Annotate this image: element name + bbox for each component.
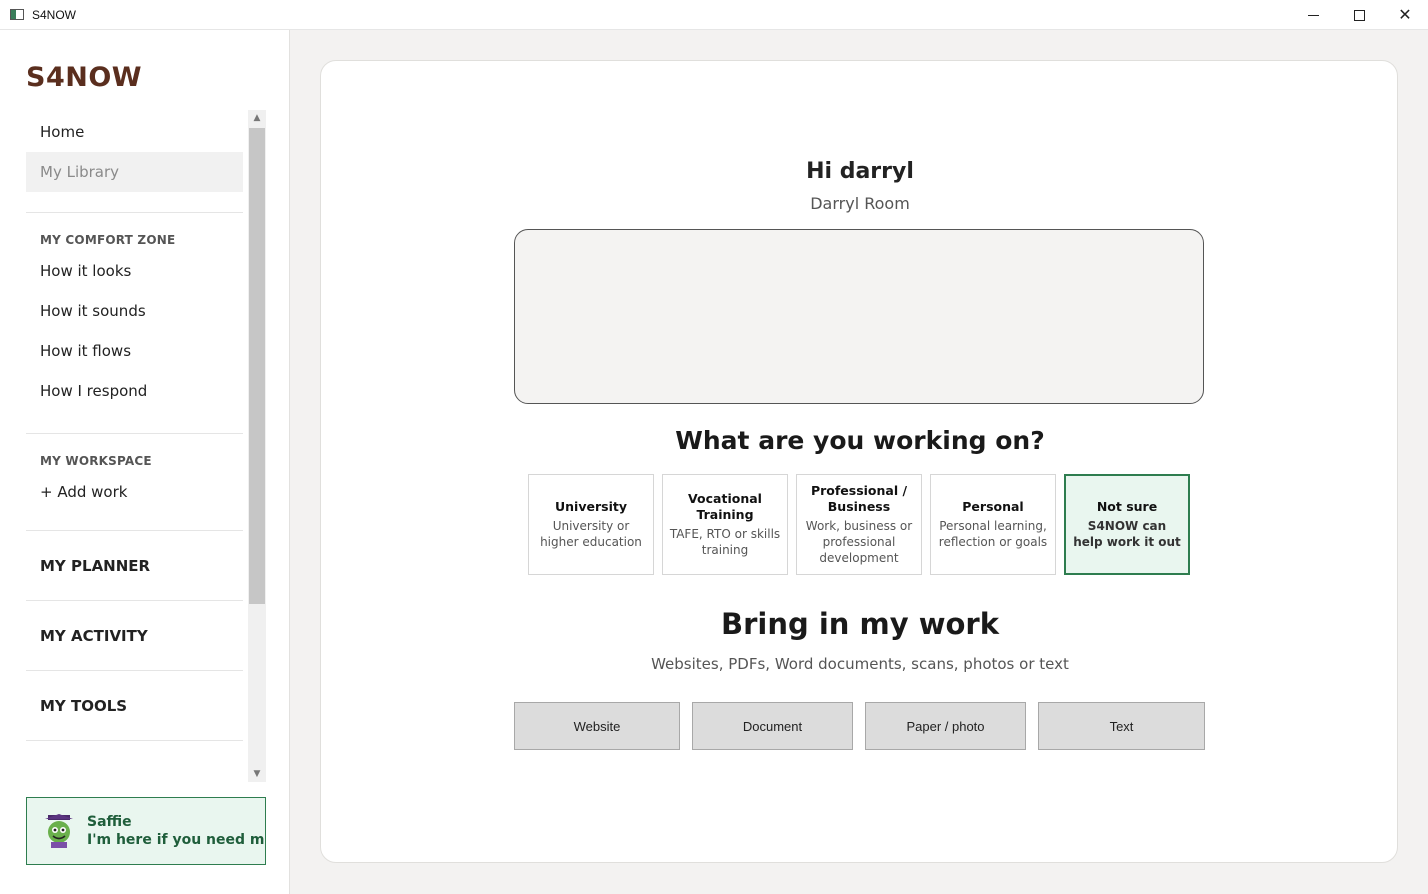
sidebar-item-how-it-flows[interactable]: How it flows [26, 331, 243, 371]
assistant-message: I'm here if you need me [87, 832, 266, 848]
bring-work-subtitle: Websites, PDFs, Word documents, scans, p… [651, 655, 1069, 673]
minimize-icon [1307, 14, 1319, 16]
option-title: University [555, 499, 627, 514]
minimize-button[interactable] [1290, 0, 1336, 30]
user-full-name: Darryl Room [810, 194, 910, 213]
assistant-chat-box[interactable] [514, 229, 1204, 404]
sidebar-item-my-library[interactable]: My Library [26, 152, 243, 192]
sidebar-divider [26, 433, 243, 434]
option-personal[interactable]: Personal Personal learning, reflection o… [930, 474, 1056, 575]
work-type-options: University University or higher educatio… [528, 474, 1190, 575]
sidebar-item-my-activity[interactable]: MY ACTIVITY [26, 601, 243, 671]
maximize-icon [1353, 9, 1365, 21]
option-vocational-training[interactable]: Vocational Training TAFE, RTO or skills … [662, 474, 788, 575]
option-title: Vocational Training [688, 491, 762, 522]
option-description: University or higher education [540, 519, 642, 549]
assistant-name: Saffie [87, 814, 132, 830]
window-controls: ✕ [1290, 0, 1428, 30]
assistant-panel[interactable]: Saffie I'm here if you need me [26, 797, 266, 865]
import-text-button[interactable]: Text [1038, 702, 1205, 750]
option-description: S4NOW can help work it out [1073, 519, 1181, 549]
option-university[interactable]: University University or higher educatio… [528, 474, 654, 575]
sidebar-item-how-it-sounds[interactable]: How it sounds [26, 291, 243, 331]
option-professional-business[interactable]: Professional / Business Work, business o… [796, 474, 922, 575]
option-description: Work, business or professional developme… [805, 519, 913, 565]
sidebar-scrollbar[interactable]: ▲ ▼ [248, 110, 266, 782]
close-icon: ✕ [1398, 5, 1412, 24]
maximize-button[interactable] [1336, 0, 1382, 30]
sidebar-divider [26, 212, 243, 213]
app-logo: S4NOW [26, 62, 143, 93]
import-buttons: Website Document Paper / photo Text [514, 702, 1205, 750]
option-title: Personal [962, 499, 1024, 514]
import-paper-photo-button[interactable]: Paper / photo [865, 702, 1026, 750]
sidebar-item-how-i-respond[interactable]: How I respond [26, 371, 243, 411]
import-document-button[interactable]: Document [692, 702, 853, 750]
option-title: Professional / Business [810, 483, 908, 514]
option-not-sure[interactable]: Not sure S4NOW can help work it out [1064, 474, 1190, 575]
option-description: TAFE, RTO or skills training [669, 527, 781, 557]
scroll-thumb[interactable] [249, 128, 265, 604]
sidebar-item-home[interactable]: Home [26, 112, 243, 152]
sidebar: S4NOW Home My Library MY COMFORT ZONE Ho… [0, 30, 290, 894]
app-icon [10, 9, 24, 20]
title-bar: S4NOW ✕ [0, 0, 1428, 30]
assistant-text: Saffie I'm here if you need me [87, 814, 266, 848]
sidebar-item-how-it-looks[interactable]: How it looks [26, 251, 243, 291]
option-title: Not sure [1096, 499, 1158, 514]
greeting-heading: Hi darryl [806, 159, 914, 184]
scroll-up-icon[interactable]: ▲ [248, 110, 266, 126]
window-title: S4NOW [32, 7, 77, 22]
working-on-heading: What are you working on? [675, 426, 1045, 455]
option-description: Personal learning, reflection or goals [938, 519, 1048, 549]
bring-work-heading: Bring in my work [720, 607, 1000, 641]
add-work-button[interactable]: + Add work [26, 472, 243, 512]
sidebar-nav: Home My Library MY COMFORT ZONE How it l… [26, 112, 243, 780]
main-panel: Hi darryl Darryl Room What are you worki… [320, 60, 1398, 863]
close-button[interactable]: ✕ [1382, 0, 1428, 30]
import-website-button[interactable]: Website [514, 702, 680, 750]
sidebar-item-my-planner[interactable]: MY PLANNER [26, 531, 243, 601]
sidebar-item-my-tools[interactable]: MY TOOLS [26, 671, 243, 741]
scroll-down-icon[interactable]: ▼ [248, 766, 266, 782]
saffie-avatar-icon [39, 811, 79, 851]
section-heading-comfort-zone: MY COMFORT ZONE [40, 233, 176, 247]
section-heading-workspace: MY WORKSPACE [40, 454, 152, 468]
